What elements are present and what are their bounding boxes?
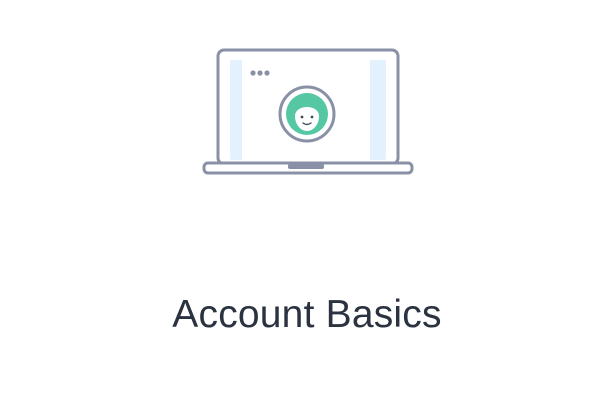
window-dot [250,70,256,76]
card-title: Account Basics [172,293,442,336]
account-basics-card[interactable]: Account Basics [0,0,614,402]
window-dot [257,70,263,76]
laptop-profile-icon [202,48,414,175]
avatar-icon [278,85,336,143]
window-dot [264,70,270,76]
